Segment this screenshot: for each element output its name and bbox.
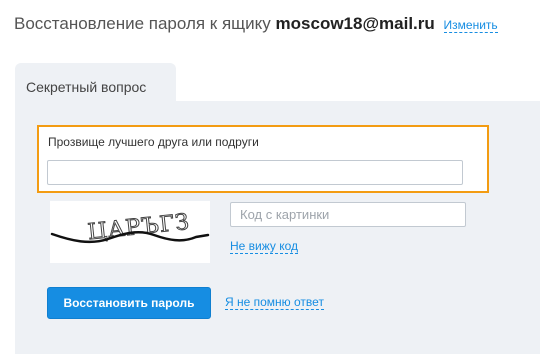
tab-label: Секретный вопрос	[26, 79, 147, 95]
recovery-panel: Прозвище лучшего друга или подруги ЦАРЪГ…	[15, 101, 540, 354]
cant-see-code-link[interactable]: Не вижу код	[230, 239, 299, 254]
captcha-graphic: ЦАРЪГЗ	[50, 209, 210, 246]
captcha-image: ЦАРЪГЗ	[50, 201, 210, 263]
mailbox-email: moscow18@mail.ru	[275, 14, 435, 33]
secret-question-box: Прозвище лучшего друга или подруги	[37, 125, 489, 193]
page-title: Восстановление пароля к ящику	[14, 14, 271, 33]
secret-answer-input[interactable]	[47, 160, 463, 185]
secret-question-label: Прозвище лучшего друга или подруги	[48, 135, 259, 149]
restore-password-button[interactable]: Восстановить пароль	[47, 287, 211, 319]
tab-secret-question[interactable]: Секретный вопрос	[15, 63, 176, 101]
forgot-answer-link[interactable]: Я не помню ответ	[225, 295, 324, 310]
page-header: Восстановление пароля к ящику moscow18@m…	[14, 14, 498, 34]
captcha-code-input[interactable]	[230, 202, 466, 227]
change-email-link[interactable]: Изменить	[443, 18, 498, 33]
